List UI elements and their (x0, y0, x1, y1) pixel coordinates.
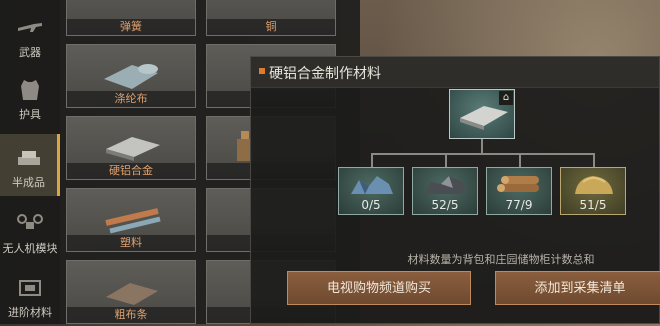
title-marker-icon (259, 68, 265, 74)
material-slot[interactable]: 52/5 (412, 167, 478, 215)
tree-connector (519, 153, 521, 167)
sidebar-item-label: 护具 (19, 108, 41, 121)
rifle-icon (15, 16, 45, 40)
material-qty: 51/5 (579, 198, 607, 212)
sidebar-item-label: 半成品 (12, 176, 45, 189)
sidebar-item-drone-modules[interactable]: 无人机模块 (0, 200, 60, 262)
tree-connector (593, 153, 595, 167)
polyester-cloth-icon (104, 64, 158, 89)
wood-logs-icon (497, 176, 539, 192)
panel-title: 硬铝合金制作材料 (269, 66, 381, 82)
tree-connector (371, 153, 373, 167)
material-qty: 77/9 (505, 198, 533, 212)
item-card-polyester[interactable]: 涤纶布 (66, 44, 196, 108)
item-card-cloth-strip[interactable]: 粗布条 (66, 260, 196, 324)
recipe-root-item[interactable]: ⌂ (449, 89, 515, 139)
tree-connector (445, 153, 447, 167)
advanced-material-icon (15, 276, 45, 300)
sidebar-item-label: 无人机模块 (2, 242, 58, 255)
material-pile-icon (14, 146, 44, 170)
material-slot[interactable]: 77/9 (486, 167, 552, 215)
sidebar-item-armor[interactable]: 护具 (0, 66, 60, 128)
sand-bag-icon (575, 176, 613, 194)
drone-icon (15, 212, 45, 236)
plastic-rods-icon (105, 208, 161, 234)
category-sidebar: 武器 护具 半成品 无人机模块 进阶材料 (0, 0, 61, 324)
item-card-spring[interactable]: 弹簧 (66, 0, 196, 36)
dark-ore-icon (425, 176, 467, 194)
material-count-note: 材料数量为背包和庄园储物柜计数总和 (407, 253, 595, 266)
blue-ore-icon (351, 176, 393, 194)
vest-icon (15, 78, 45, 102)
item-card-label: 粗布条 (67, 307, 195, 323)
buy-tv-shopping-button[interactable]: 电视购物频道购买 (287, 271, 471, 305)
item-card-duralumin[interactable]: 硬铝合金 (66, 116, 196, 180)
sidebar-item-semi-finished[interactable]: 半成品 (0, 134, 60, 196)
home-icon: ⌂ (499, 91, 513, 105)
sidebar-item-label: 进阶材料 (8, 306, 52, 319)
item-card-label: 硬铝合金 (67, 163, 195, 179)
sidebar-item-weapons[interactable]: 武器 (0, 4, 60, 66)
material-slot[interactable]: 51/5 (560, 167, 626, 215)
duralumin-plate-icon (106, 137, 160, 161)
item-card-label: 铜 (207, 19, 335, 35)
sidebar-item-advanced-materials[interactable]: 进阶材料 (0, 264, 60, 326)
item-card-plastic[interactable]: 塑料 (66, 188, 196, 252)
item-card-label: 涤纶布 (67, 91, 195, 107)
material-qty: 52/5 (431, 198, 459, 212)
add-to-collect-list-button[interactable]: 添加到采集清单 (495, 271, 660, 305)
material-qty: 0/5 (361, 198, 381, 212)
material-slot[interactable]: 0/5 (338, 167, 404, 215)
tree-connector (371, 153, 593, 155)
crafting-materials-panel: 硬铝合金制作材料 ⌂ 0/5 52/5 77/9 51/5 材料数量为背包和庄园… (250, 56, 660, 324)
item-card-label: 塑料 (67, 235, 195, 251)
item-card-copper[interactable]: 铜 (206, 0, 336, 36)
item-card-label: 弹簧 (67, 19, 195, 35)
sidebar-item-label: 武器 (19, 46, 41, 59)
panel-header: 硬铝合金制作材料 (251, 57, 659, 88)
tree-connector (481, 139, 483, 153)
cloth-strip-icon (106, 283, 158, 305)
